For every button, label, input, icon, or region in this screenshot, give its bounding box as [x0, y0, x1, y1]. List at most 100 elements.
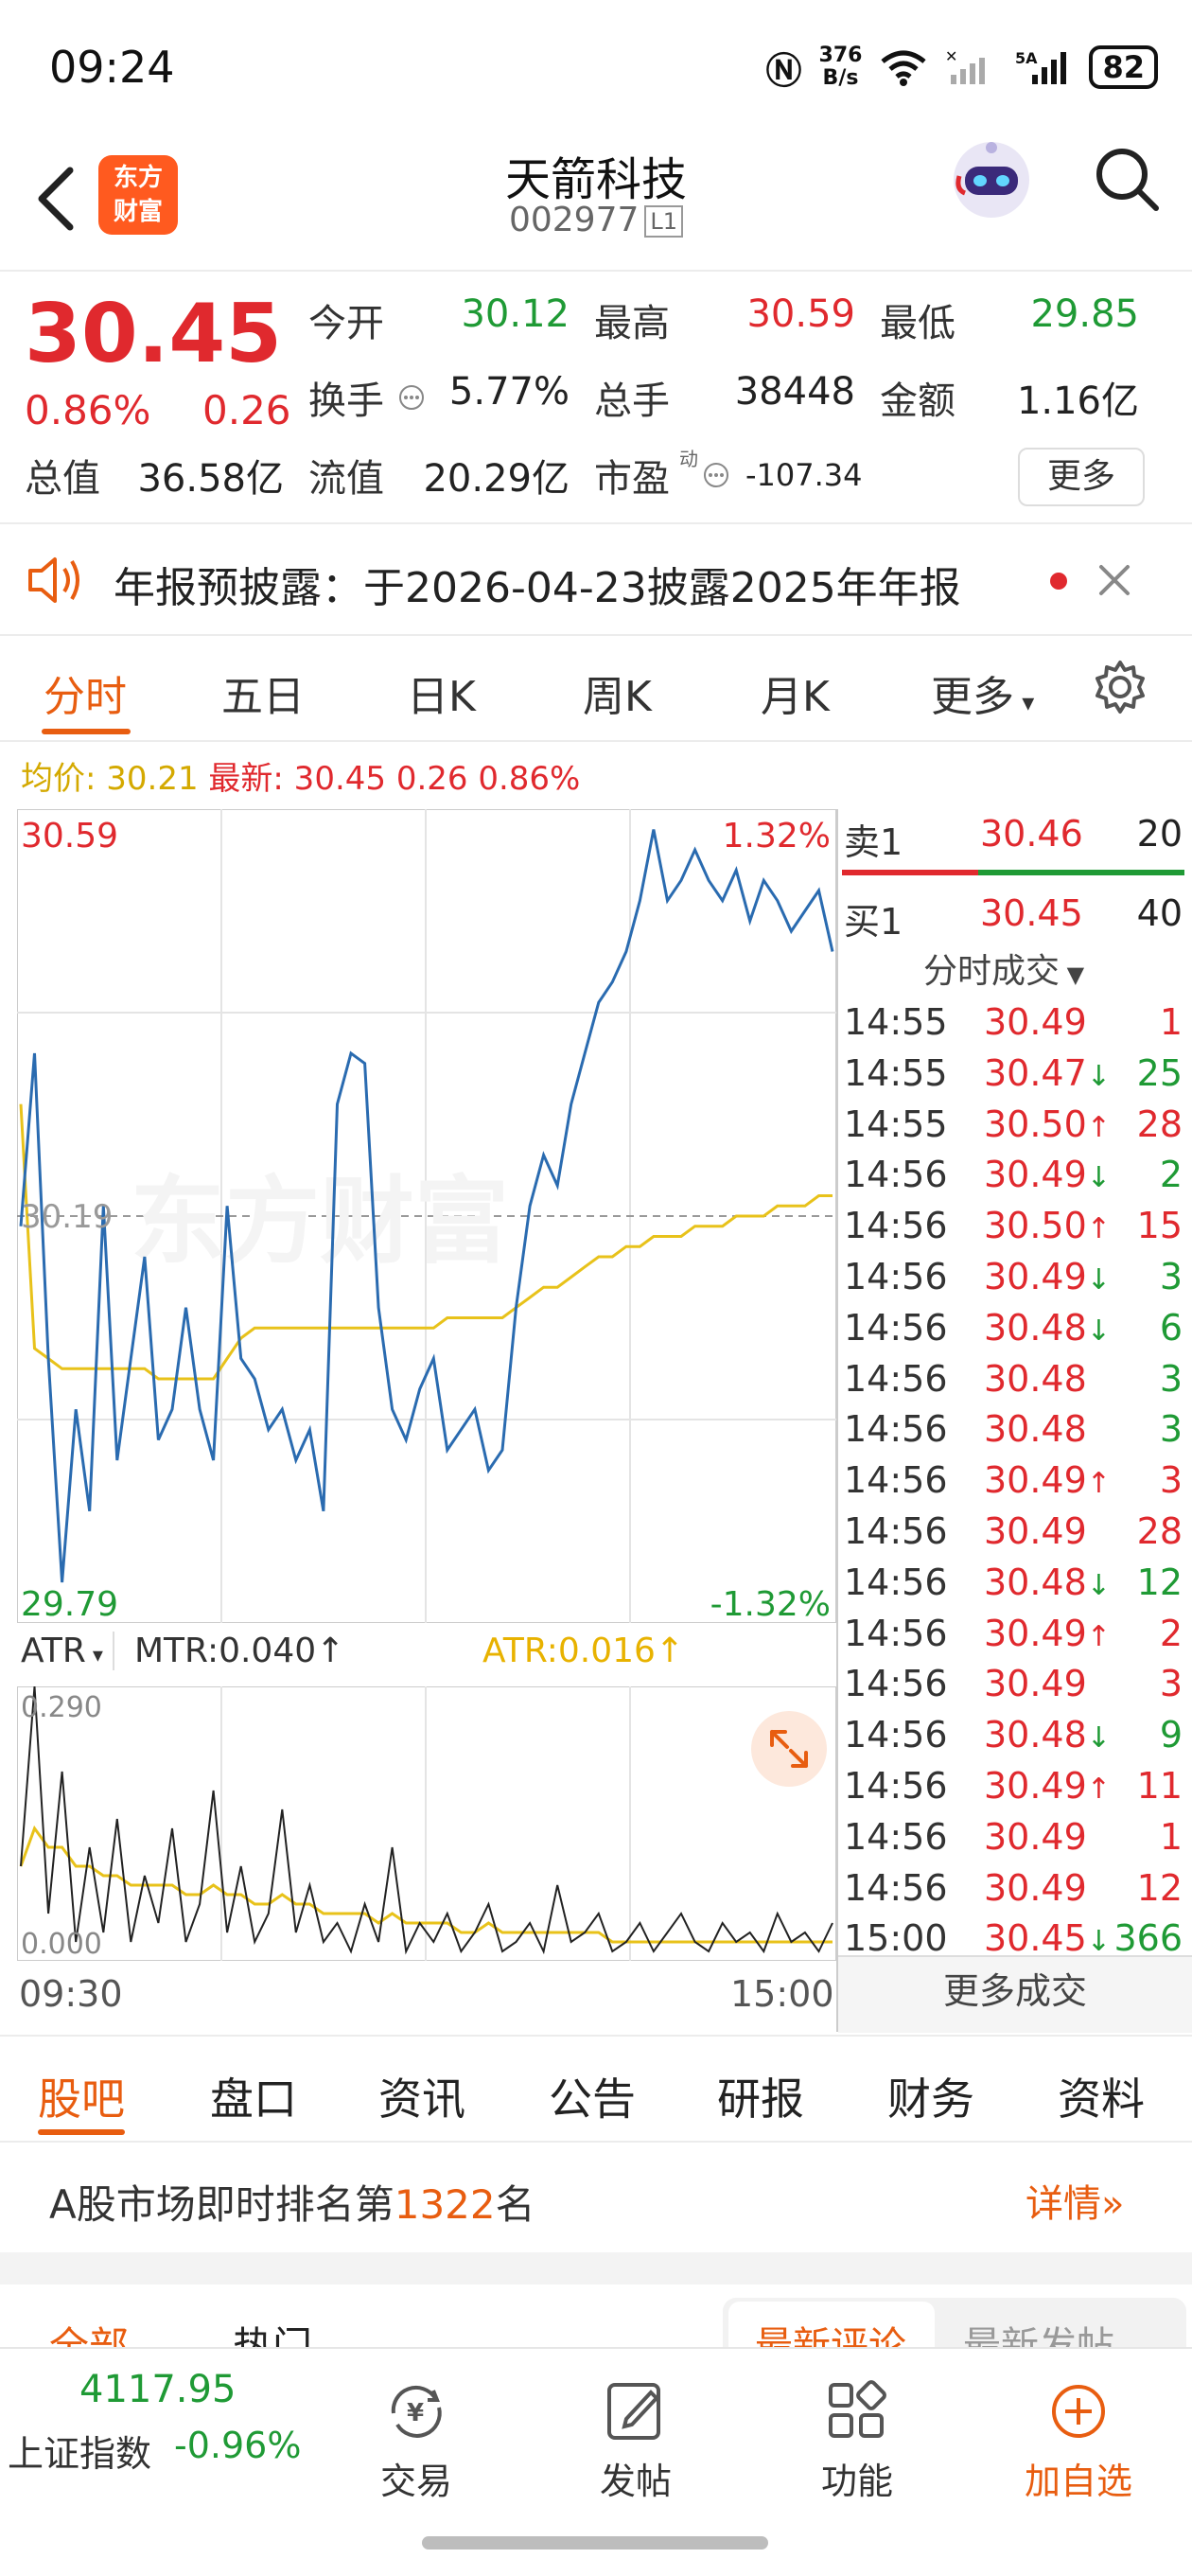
float-cap-value: 20.29亿: [423, 457, 570, 501]
trade-volume: 12: [1136, 1866, 1183, 1909]
atr-indicator-chart[interactable]: 0.290 0.000: [17, 1686, 836, 1961]
sort-latest-post[interactable]: 最新发帖: [963, 2315, 1114, 2347]
expand-icon[interactable]: [751, 1711, 827, 1787]
market-cap-value: 36.58亿: [137, 457, 284, 501]
trade-price-value: 30.49: [984, 1866, 1087, 1909]
chart-info-line: 均价: 30.21 最新: 30.45 0.26 0.86%: [21, 752, 580, 799]
trade-direction-icon: ↓: [1086, 1161, 1111, 1195]
functions-label: 功能: [820, 2461, 893, 2502]
indicator-header: ATR ▾ MTR:0.040↑ ATR:0.016↑: [17, 1626, 836, 1685]
trade-price-value: 30.50: [984, 1205, 1087, 1247]
pe-info-icon[interactable]: [702, 461, 730, 489]
trade-direction-icon: ↓: [1086, 1059, 1111, 1093]
trade-row: 14:56 30.49↑ 2: [842, 1613, 1192, 1664]
amount-label: 金额: [880, 379, 955, 423]
active-subtab-indicator: [38, 2129, 125, 2135]
tab-intraday[interactable]: 分时: [44, 662, 127, 723]
tab-all[interactable]: 全部: [49, 2315, 129, 2347]
rank-text: A股市场即时排名第1322名: [49, 2173, 535, 2231]
tab-announcements[interactable]: 公告: [549, 2065, 636, 2127]
buy-ratio-bar: [978, 870, 1184, 875]
tab-research[interactable]: 研报: [717, 2065, 804, 2127]
tab-weekly-k[interactable]: 周K: [583, 662, 652, 723]
trade-direction-icon: ↓: [1086, 1568, 1111, 1602]
caret-down-icon: ▼: [1060, 962, 1085, 988]
rank-detail-link[interactable]: 详情»: [1025, 2173, 1124, 2228]
add-watchlist-button[interactable]: 加自选: [984, 2377, 1173, 2504]
more-trades-button[interactable]: 更多成交: [838, 1955, 1192, 2033]
close-icon[interactable]: [1096, 561, 1133, 599]
functions-button[interactable]: 功能: [763, 2377, 952, 2504]
trade-row: 14:56 30.49↑ 3: [842, 1459, 1192, 1510]
tab-hot[interactable]: 热门: [233, 2315, 312, 2347]
tab-monthly-k[interactable]: 月K: [761, 662, 830, 723]
trade-time: 14:56: [844, 1663, 948, 1705]
trade-volume: 11: [1136, 1765, 1183, 1807]
notice-bar[interactable]: 年报预披露：于2026-04-23披露2025年年报: [0, 525, 1192, 636]
trade-volume: 9: [1159, 1714, 1183, 1756]
trade-button[interactable]: ¥ 交易: [322, 2377, 511, 2504]
trade-row: 14:56 30.49↑ 11: [842, 1765, 1192, 1816]
pct-bottom-label: -1.32%: [710, 1585, 831, 1623]
market-rank-row[interactable]: A股市场即时排名第1322名 详情»: [0, 2141, 1192, 2252]
rank-suffix: 名: [495, 2181, 535, 2228]
tab-daily-k[interactable]: 日K: [407, 662, 476, 723]
settings-gear-icon[interactable]: [1092, 659, 1148, 715]
index-change: -0.96%: [174, 2425, 302, 2466]
trade-direction-icon: ↑: [1086, 1467, 1111, 1501]
y-mid-label: 30.19: [21, 1198, 113, 1236]
rank-detail-label: 详情: [1025, 2182, 1101, 2226]
trade-row: 14:56 30.48↓ 12: [842, 1561, 1192, 1613]
trade-time: 14:55: [844, 1103, 948, 1145]
post-button[interactable]: 发帖: [541, 2377, 730, 2504]
last-price: 30.45: [25, 287, 283, 381]
trade-time: 14:55: [844, 1051, 948, 1094]
tab-pankou[interactable]: 盘口: [210, 2065, 297, 2127]
trade-row: 14:56 30.48↓ 9: [842, 1714, 1192, 1765]
quote-more-button[interactable]: 更多: [1018, 448, 1145, 506]
tab-profile[interactable]: 资料: [1058, 2065, 1145, 2127]
robot-assistant-icon[interactable]: [946, 132, 1037, 223]
trade-volume: 1: [1159, 1001, 1183, 1043]
trade-price-value: 30.50: [984, 1103, 1087, 1145]
arrow-up-icon: ↑: [316, 1632, 345, 1670]
index-name[interactable]: 上证指数: [8, 2425, 151, 2477]
trade-time: 14:56: [844, 1561, 948, 1603]
chart-tabs: 分时 五日 日K 周K 月K 更多 ▾: [0, 636, 1192, 742]
tab-more-label: 更多: [931, 673, 1014, 721]
trade-row: 14:56 30.48↓ 6: [842, 1307, 1192, 1358]
buy1-volume: 40: [1136, 892, 1183, 934]
trade-row: 14:56 30.49 1: [842, 1816, 1192, 1867]
level-badge: L1: [644, 205, 684, 238]
tab-news[interactable]: 资讯: [378, 2065, 465, 2127]
low-value: 29.85: [1030, 292, 1139, 336]
volume-label: 总手: [594, 379, 670, 423]
info-icon[interactable]: [397, 383, 426, 412]
trades-header[interactable]: 分时成交 ▼: [923, 944, 1084, 993]
sell-ratio-bar: [842, 870, 978, 875]
watermark-logo: 东方财富: [131, 1166, 509, 1277]
low-label: 最低: [880, 302, 955, 345]
trade-time: 14:56: [844, 1815, 948, 1858]
trade-row: 14:56 30.48 3: [842, 1408, 1192, 1459]
sell1-volume: 20: [1136, 813, 1183, 855]
tab-guba[interactable]: 股吧: [38, 2065, 125, 2127]
trade-volume: 3: [1159, 1663, 1183, 1705]
indicator-select[interactable]: ATR ▾: [21, 1632, 114, 1670]
tab-more[interactable]: 更多 ▾: [931, 662, 1034, 723]
sell1-label: 卖1: [844, 821, 903, 863]
add-watchlist-label: 加自选: [1024, 2461, 1132, 2502]
indicator-name: ATR: [21, 1632, 86, 1670]
intraday-price-chart[interactable]: 东方财富 30.59 29.79 30.19 1.32% -1.32%: [17, 809, 836, 1623]
section-gap: [0, 2252, 1192, 2285]
index-value[interactable]: 4117.95: [79, 2368, 236, 2411]
trade-volume: 3: [1159, 1408, 1183, 1451]
trade-volume: 2: [1159, 1154, 1183, 1196]
sort-latest-comment[interactable]: 最新评论: [755, 2315, 906, 2347]
y-bottom-label: 29.79: [21, 1585, 118, 1623]
home-indicator[interactable]: [422, 2536, 768, 2550]
tab-five-day[interactable]: 五日: [221, 662, 305, 723]
trade-price: 30.49↑: [984, 1459, 1111, 1501]
tab-financials[interactable]: 财务: [887, 2065, 974, 2127]
search-icon[interactable]: [1090, 142, 1166, 218]
